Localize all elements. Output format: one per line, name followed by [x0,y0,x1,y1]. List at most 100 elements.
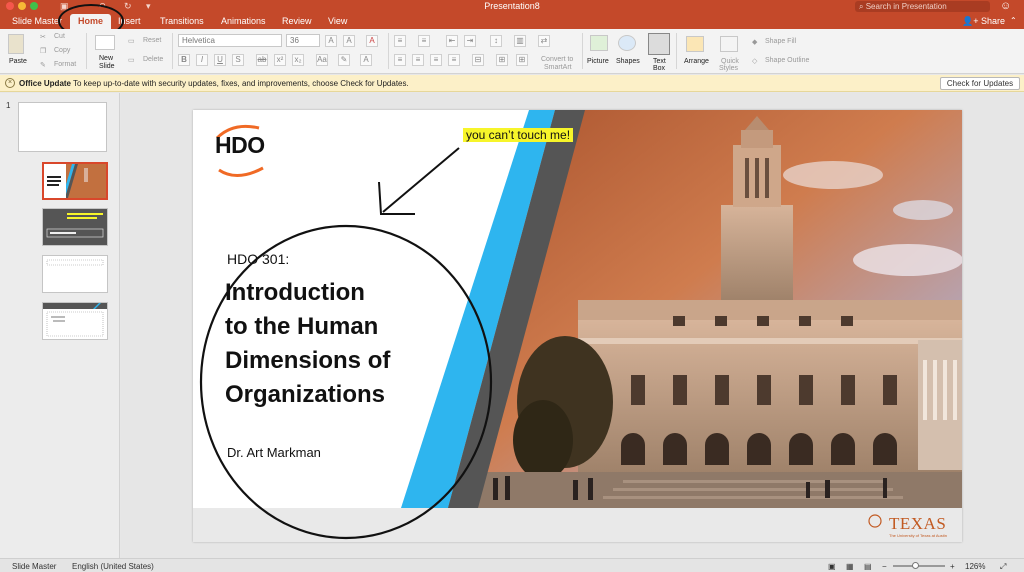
tab-animations[interactable]: Animations [221,16,266,26]
zoom-out-icon[interactable]: − [882,562,887,571]
text-direction-icon[interactable]: ⇄ [538,35,550,47]
quick-styles-label-2[interactable]: Styles [719,65,738,72]
align-left-icon[interactable]: ≡ [394,54,406,66]
zoom-level[interactable]: 126% [965,562,985,571]
clear-formatting-icon[interactable]: A [366,35,378,47]
cut-icon[interactable]: ✂ [40,33,46,41]
paste-label[interactable]: Paste [9,58,27,65]
callout-text[interactable]: you can’t touch me! [463,128,574,142]
text-box-label-1[interactable]: Text [653,58,666,65]
align-right-icon[interactable]: ≡ [430,54,442,66]
convert-smartart-label-2[interactable]: SmartArt [544,64,572,71]
zoom-slider-handle[interactable] [912,562,919,569]
slide-master-title-layout[interactable]: HDO you can’t touch me! HDO 301: Introdu… [193,110,962,542]
reset-icon[interactable]: ▭ [128,37,135,45]
highlight-icon[interactable]: ✎ [338,54,350,66]
slide-title-line: Organizations [225,381,386,408]
check-for-updates-button[interactable]: Check for Updates [940,77,1020,90]
new-slide-icon[interactable] [95,35,115,50]
font-size-field[interactable]: 36 [286,34,320,47]
vertical-align-icon[interactable]: ⊞ [516,54,528,66]
separator [86,33,87,69]
reset-label[interactable]: Reset [143,37,161,44]
arrange-label[interactable]: Arrange [684,58,709,65]
tab-review[interactable]: Review [282,16,312,26]
decrease-indent-icon[interactable]: ⇤ [446,35,458,47]
copy-label[interactable]: Copy [54,47,70,54]
normal-view-icon[interactable]: ▣ [828,562,836,571]
format-label[interactable]: Format [54,61,76,68]
format-painter-icon[interactable]: ✎ [40,61,46,69]
line-spacing-icon[interactable]: ↕ [490,35,502,47]
numbering-icon[interactable]: ≡ [418,35,430,47]
decrease-font-size-icon[interactable]: A [343,35,355,47]
copy-icon[interactable]: ❐ [40,47,46,55]
italic-icon[interactable]: I [196,54,208,66]
share-button[interactable]: 👤+ Share [962,16,1005,27]
arrange-icon[interactable] [686,36,704,52]
underline-icon[interactable]: U [214,54,226,66]
tab-transitions[interactable]: Transitions [160,16,204,26]
subscript-icon[interactable]: x₂ [292,54,304,66]
new-slide-label-2[interactable]: Slide [99,63,115,70]
collapse-ribbon-icon[interactable]: ⌃ [1010,16,1017,25]
zoom-in-icon[interactable]: + [950,562,955,571]
slide-title[interactable]: Introduction to the Human Dimensions of … [225,276,455,412]
quick-styles-icon[interactable] [720,36,738,52]
layout-thumbnail-blank[interactable] [42,255,108,293]
shape-outline-icon[interactable]: ◇ [752,57,757,65]
bold-icon[interactable]: B [178,54,190,66]
layout-thumbnail-preview [43,303,107,337]
slide-master-thumbnail[interactable] [18,102,107,152]
superscript-icon[interactable]: x² [274,54,286,66]
quick-styles-label-1[interactable]: Quick [721,58,739,65]
arrowhead-icon [378,181,415,215]
strikethrough-icon[interactable]: ab [256,54,268,66]
shape-fill-icon[interactable]: ◆ [752,38,757,46]
font-color-icon[interactable]: A [360,54,372,66]
increase-indent-icon[interactable]: ⇥ [464,35,476,47]
search-input[interactable]: ⌕ Search in Presentation [855,1,990,12]
notification-message: To keep up-to-date with security updates… [73,79,409,88]
reading-view-icon[interactable]: ▤ [864,562,872,571]
delete-label[interactable]: Delete [143,56,163,63]
align-text-icon[interactable]: ⊟ [472,54,484,66]
delete-icon[interactable]: ▭ [128,56,135,64]
paste-icon[interactable] [8,34,24,54]
new-slide-label[interactable]: New [99,55,113,62]
fit-to-window-icon[interactable]: ⤢ [1000,562,1006,572]
separator [388,33,389,69]
author-name[interactable]: Dr. Art Markman [227,445,321,460]
change-case-icon[interactable]: Aa [316,54,328,66]
feedback-smiley-icon[interactable]: ☺ [1000,0,1011,12]
cut-label[interactable]: Cut [54,33,65,40]
tab-view[interactable]: View [328,16,347,26]
columns-icon[interactable]: ▥ [514,35,526,47]
tab-slide-master[interactable]: Slide Master [12,16,62,26]
align-center-icon[interactable]: ≡ [412,54,424,66]
bullets-icon[interactable]: ≡ [394,35,406,47]
layout-thumbnail-content[interactable] [42,302,108,340]
layout-thumbnail-section-header[interactable] [42,208,108,246]
text-box-margins-icon[interactable]: ⊞ [496,54,508,66]
shapes-label[interactable]: Shapes [616,58,640,65]
text-box-icon[interactable] [648,33,670,55]
font-name-field[interactable]: Helvetica [178,34,282,47]
shapes-icon[interactable] [618,35,636,51]
convert-smartart-label-1[interactable]: Convert to [541,56,573,63]
text-box-label-2[interactable]: Box [653,65,665,72]
layout-thumbnail-title[interactable] [42,162,108,200]
shape-fill-label[interactable]: Shape Fill [765,38,796,45]
shape-outline-label[interactable]: Shape Outline [765,57,809,64]
hdo-logo-swoosh-icon [218,166,264,177]
course-code[interactable]: HDO 301: [227,251,289,267]
zoom-slider[interactable] [893,565,945,567]
picture-icon[interactable] [590,35,608,51]
shadow-icon[interactable]: S [232,54,244,66]
close-notification-icon[interactable]: × [5,78,15,88]
picture-label[interactable]: Picture [587,58,609,65]
slide-sorter-icon[interactable]: ▦ [846,562,854,571]
justify-icon[interactable]: ≡ [448,54,460,66]
language-label[interactable]: English (United States) [72,562,154,571]
increase-font-size-icon[interactable]: A [325,35,337,47]
